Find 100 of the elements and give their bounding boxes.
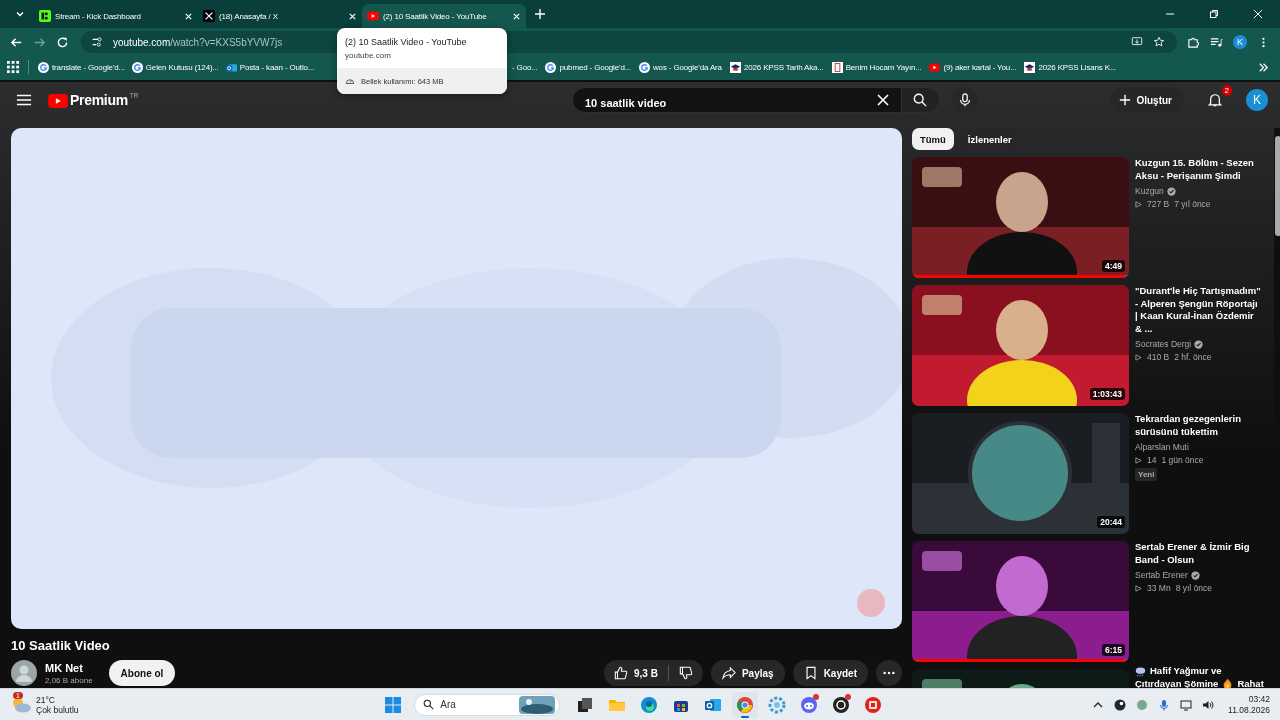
- bookmark[interactable]: (9) aker kartal - You...: [928, 61, 1018, 73]
- bookmark[interactable]: Gelen Kutusu (124)...: [130, 61, 220, 73]
- video-duration: 4:49: [1102, 260, 1125, 272]
- bookmark[interactable]: pubmed - Google'd...: [544, 61, 632, 73]
- account-avatar[interactable]: K: [1246, 89, 1268, 111]
- bookmark[interactable]: wos - Google'da Ara: [637, 61, 723, 73]
- channel-avatar[interactable]: [11, 660, 37, 686]
- taskbar-search-field[interactable]: Ara: [414, 693, 561, 716]
- browser-tab[interactable]: (18) Anasayfa / X: [198, 4, 362, 28]
- upload-age: 7 yıl önce: [1174, 199, 1211, 209]
- subscribe-button[interactable]: Abone ol: [108, 660, 176, 686]
- mail-icon: [225, 61, 237, 73]
- tab-domain: youtube.com: [344, 51, 392, 62]
- share-arrow-icon: [721, 666, 736, 680]
- task-view-icon[interactable]: [576, 695, 595, 714]
- share-button[interactable]: Paylaş: [710, 660, 785, 686]
- google-icon: [131, 61, 143, 73]
- x-logo-icon: [203, 10, 215, 22]
- bookmark[interactable]: 2026 KPSS Lisans K...: [1023, 61, 1118, 73]
- profile-avatar[interactable]: K: [1233, 35, 1247, 49]
- channel-name[interactable]: Socrates Dergi: [1135, 339, 1192, 349]
- kick-icon: [39, 10, 51, 22]
- filter-chip[interactable]: Tümü: [912, 128, 954, 150]
- display-icon[interactable]: [1180, 698, 1193, 711]
- video-title[interactable]: Sertab Erener & İzmir Big Band - Olsun: [1135, 541, 1262, 566]
- video-duration: 20:44: [1097, 516, 1125, 528]
- channel-name[interactable]: Alparslan Muti: [1135, 442, 1189, 452]
- clear-icon[interactable]: [874, 93, 891, 107]
- date: 11.08.2026: [1228, 704, 1270, 716]
- partly-cloudy-icon: [10, 696, 32, 713]
- google-icon: [638, 61, 650, 73]
- edge-icon[interactable]: [640, 695, 659, 714]
- plus-icon: [1119, 94, 1132, 106]
- tab-title: (2) 10 Saatlik Video - YouTube: [383, 11, 488, 21]
- graduation-cap-icon: [729, 61, 741, 73]
- video-title[interactable]: Tekrardan gezegenlerin sürüsünü tükettim: [1135, 413, 1262, 438]
- windows-start-icon[interactable]: [384, 695, 403, 714]
- close-icon[interactable]: [1253, 9, 1263, 19]
- bookmark[interactable]: Posta - kaan - Outlo...: [224, 61, 316, 73]
- restore-icon[interactable]: [1209, 9, 1219, 19]
- steam-icon[interactable]: [1114, 698, 1127, 711]
- tab-title: (2) 10 Saatlik Video - YouTube: [344, 36, 468, 49]
- bookmark[interactable]: - Goo...: [511, 62, 539, 72]
- site-settings-icon[interactable]: [91, 36, 103, 48]
- video-title[interactable]: Hafif Yağmur ve: [1150, 665, 1222, 678]
- app-icon[interactable]: [864, 695, 883, 714]
- gear-icon[interactable]: [768, 695, 787, 714]
- upload-age: 2 hf. önce: [1174, 352, 1212, 362]
- media-controls-icon[interactable]: [1210, 35, 1223, 49]
- channel-name[interactable]: Kuzgun: [1135, 186, 1164, 196]
- browser-tab[interactable]: Stream - Kick Dashboard: [34, 4, 198, 28]
- channel-name[interactable]: MK Net: [45, 661, 93, 674]
- video-title[interactable]: Çıtırdayan Şömine: [1135, 677, 1219, 688]
- browser-tab[interactable]: (2) 10 Saatlik Video - YouTube: [362, 4, 526, 28]
- video-duration: 1:03:43: [1089, 388, 1125, 400]
- microphone-button[interactable]: [951, 87, 978, 113]
- video-duration: 6:15: [1102, 644, 1125, 656]
- google-icon: [38, 61, 49, 73]
- speaker-icon[interactable]: [1202, 698, 1215, 711]
- bookmark[interactable]: 2026 KPSS Tarih Aka...: [728, 61, 825, 73]
- search-button[interactable]: [901, 87, 940, 113]
- play-icon: [1135, 456, 1142, 464]
- more-button[interactable]: [876, 660, 902, 686]
- view-count: 727 B: [1147, 199, 1170, 209]
- bookmark[interactable]: translate - Google'd...: [37, 61, 126, 73]
- video-title[interactable]: Rahat: [1237, 677, 1264, 688]
- gauge-icon: [345, 76, 355, 86]
- new-badge: Yeni: [1135, 468, 1158, 481]
- apps-grid-icon[interactable]: [7, 60, 20, 74]
- video-title[interactable]: Kuzgun 15. Bölüm - Sezen Aksu - Perişanım Şimdi: [1135, 157, 1262, 182]
- clock[interactable]: 03:42 11.08.2026: [1228, 693, 1270, 716]
- notifications-bell-icon[interactable]: [1207, 93, 1223, 107]
- video-title[interactable]: "Durant'le Hiç Tartışmadım" - Alperen Şengün Röportajı | Kaan Kural-İnan Özdemir & ...: [1135, 285, 1262, 335]
- url-text: youtube.com/watch?v=KXS5bYVW7js: [113, 36, 283, 48]
- status-dot-icon[interactable]: [1136, 698, 1149, 711]
- close-icon[interactable]: [348, 11, 357, 21]
- microphone-icon[interactable]: [1158, 698, 1171, 711]
- channel-name[interactable]: Sertab Erener: [1135, 570, 1188, 580]
- search-field[interactable]: 10 saatlik video: [571, 87, 902, 113]
- upload-age: 8 yıl önce: [1175, 583, 1212, 593]
- play-icon: [1135, 584, 1142, 592]
- discord-icon[interactable]: [800, 695, 819, 714]
- close-icon[interactable]: [184, 11, 193, 21]
- chrome-icon[interactable]: [736, 695, 755, 714]
- extensions-icon[interactable]: [1187, 35, 1200, 49]
- reload-icon[interactable]: [56, 35, 69, 49]
- menu-icon[interactable]: [16, 93, 32, 107]
- create-button[interactable]: Oluştur: [1111, 87, 1184, 113]
- save-button[interactable]: Kaydet: [792, 660, 868, 686]
- thumbs-up-icon: [614, 666, 629, 680]
- star-icon[interactable]: [1153, 36, 1165, 48]
- play-icon: [1135, 200, 1142, 208]
- new-tab-icon[interactable]: [534, 8, 546, 20]
- install-app-icon[interactable]: [1131, 36, 1143, 48]
- close-icon[interactable]: [512, 11, 521, 21]
- youtube-icon: [367, 10, 379, 22]
- knot-icon[interactable]: [832, 695, 851, 714]
- view-count: 33 Mn: [1147, 583, 1171, 593]
- temperature: 21°C: [36, 694, 56, 705]
- bookmark[interactable]: Benim Hocam Yayın...: [830, 61, 923, 73]
